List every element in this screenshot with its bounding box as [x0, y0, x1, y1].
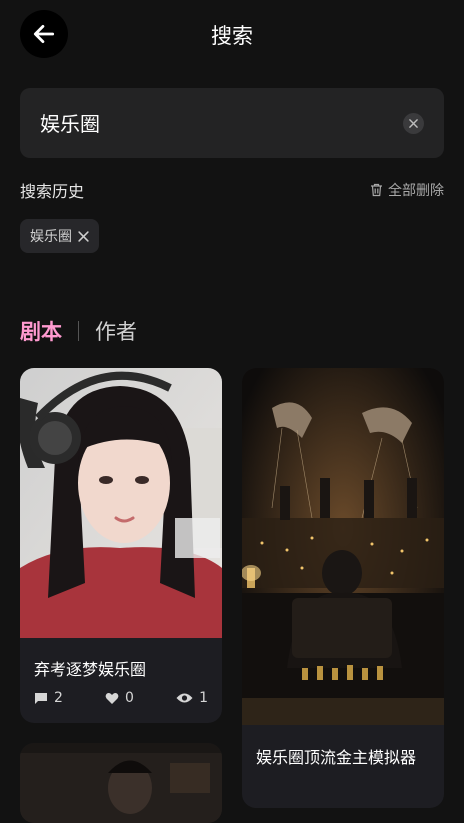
tab-divider: [78, 321, 79, 341]
trash-icon: [371, 183, 382, 197]
search-input[interactable]: [40, 110, 380, 134]
result-tabs: 剧本 作者: [20, 316, 137, 346]
like-count: 0: [105, 690, 134, 706]
eye-icon: [176, 693, 193, 703]
delete-all-button[interactable]: 全部删除: [370, 180, 444, 200]
page-title: 搜索: [211, 24, 253, 48]
cover-image: [242, 368, 444, 725]
search-box[interactable]: [20, 88, 444, 158]
cover-image: [20, 743, 222, 823]
clear-search-button[interactable]: [403, 113, 424, 134]
close-icon: [409, 119, 418, 128]
heart-icon: [105, 692, 119, 704]
cover-image: [20, 368, 222, 638]
header: 搜索: [0, 0, 464, 70]
delete-all-label: 全部删除: [388, 183, 444, 199]
tab-scripts[interactable]: 剧本: [20, 316, 62, 346]
script-card[interactable]: 娱乐圈顶流金主模拟器: [242, 368, 444, 808]
comment-count-value: 2: [54, 690, 63, 706]
script-card[interactable]: [20, 743, 222, 823]
tab-authors[interactable]: 作者: [95, 316, 137, 346]
comment-count: 2: [34, 690, 63, 706]
history-title: 搜索历史: [20, 182, 85, 201]
like-count-value: 0: [125, 690, 134, 706]
card-stats: 2 0 1: [34, 690, 208, 706]
card-title: 娱乐圈顶流金主模拟器: [256, 748, 417, 767]
history-chip[interactable]: 娱乐圈: [20, 219, 99, 253]
view-count: 1: [176, 690, 208, 706]
history-chip-label: 娱乐圈: [30, 229, 72, 245]
close-icon[interactable]: [78, 230, 89, 242]
script-card[interactable]: 弃考逐梦娱乐圈 2 0 1: [20, 368, 222, 723]
comment-icon: [35, 692, 47, 704]
view-count-value: 1: [199, 690, 208, 706]
card-title: 弃考逐梦娱乐圈: [34, 660, 147, 679]
